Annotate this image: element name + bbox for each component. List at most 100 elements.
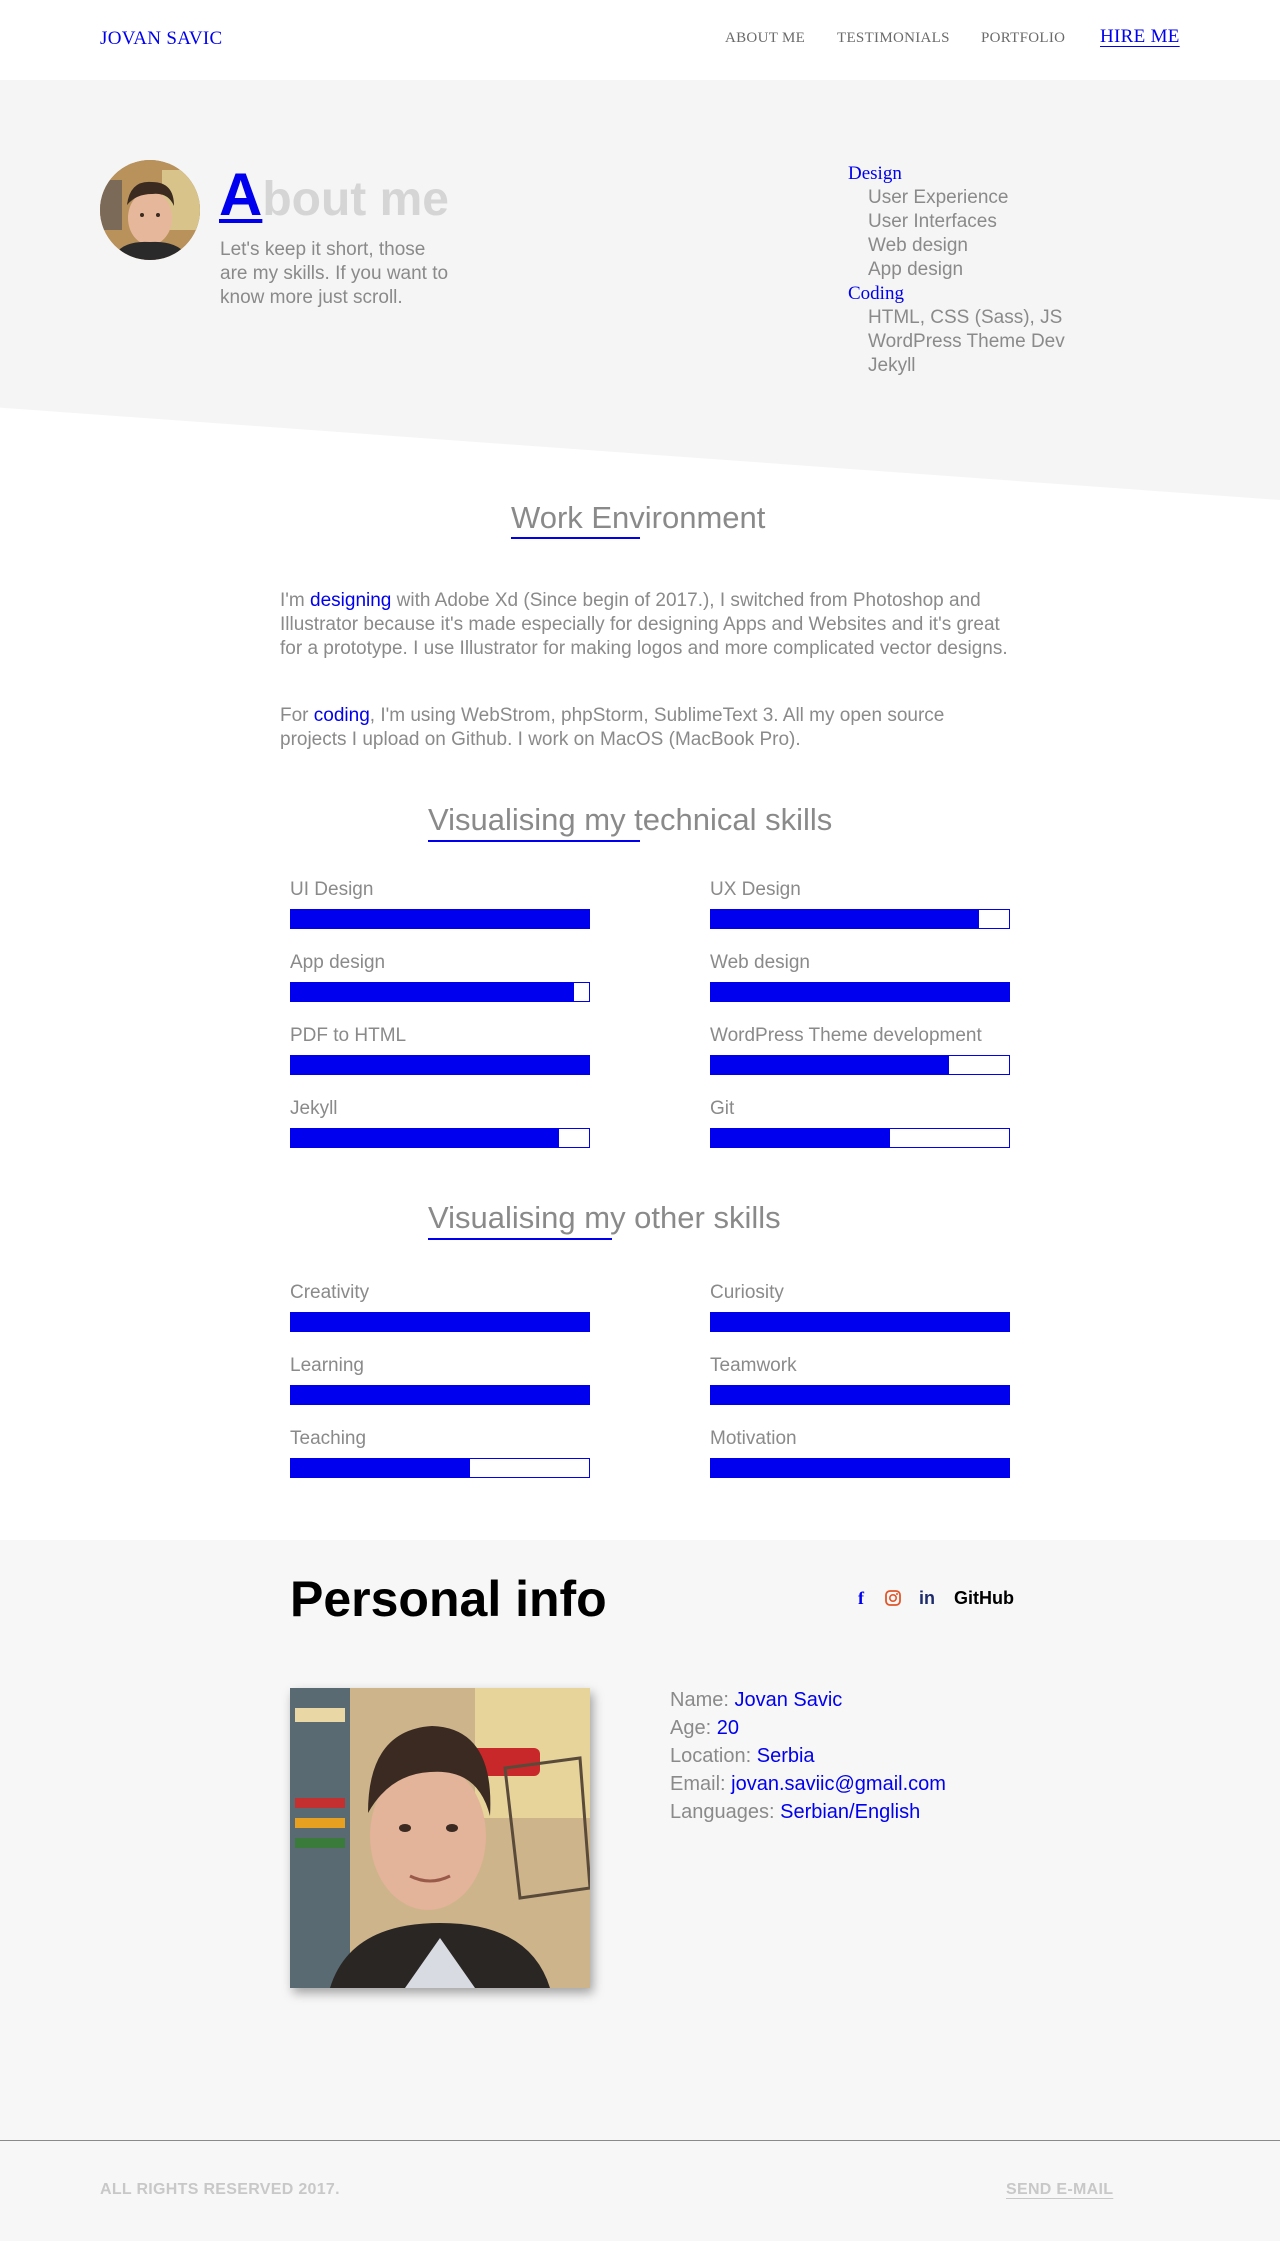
- info-key: Age:: [670, 1717, 717, 1739]
- skill-item: User Experience: [868, 187, 1009, 208]
- skill-bar-fill: [291, 1129, 560, 1147]
- skill-bar: [290, 1385, 590, 1405]
- linkedin-icon[interactable]: in: [919, 1588, 935, 1609]
- skill-label: UX Design: [710, 879, 801, 900]
- info-value: Jovan Savic: [734, 1689, 843, 1711]
- paragraph-text: I'm: [280, 590, 311, 611]
- skill-bar-fill: [291, 1386, 589, 1404]
- about-description: Let's keep it short, those are my skills…: [220, 239, 449, 308]
- skill-bar: [710, 1312, 1010, 1332]
- personal-info-title: Personal info: [290, 1571, 607, 1627]
- skill-category-design: Design: [848, 163, 902, 184]
- personal-section-background: [0, 1540, 1280, 2140]
- about-title-initial: A: [219, 161, 263, 228]
- info-row: Name: Jovan Savic: [670, 1686, 946, 1714]
- skill-label: Teaching: [290, 1428, 367, 1449]
- info-key: Languages:: [670, 1801, 781, 1823]
- skill-bar-fill: [711, 910, 980, 928]
- info-value: Serbia: [756, 1745, 815, 1767]
- skill-bar: [290, 1055, 590, 1075]
- skill-bar: [710, 1385, 1010, 1405]
- brand-logo[interactable]: JOVAN SAVIC: [100, 28, 222, 50]
- skill-label: Motivation: [710, 1428, 797, 1449]
- hire-me-link[interactable]: HIRE ME: [1100, 26, 1180, 48]
- paragraph-text: , I'm using WebStrom, phpStorm, SublimeT…: [280, 705, 945, 750]
- skill-item: HTML, CSS (Sass), JS: [868, 307, 1063, 328]
- skill-label: App design: [290, 952, 386, 973]
- skill-bar: [290, 909, 590, 929]
- skill-label: Curiosity: [710, 1282, 784, 1303]
- work-paragraph-coding: For coding, I'm using WebStrom, phpStorm…: [280, 704, 1010, 752]
- paragraph-text: For: [280, 705, 314, 726]
- work-paragraph-design: I'm designing with Adobe Xd (Since begin…: [280, 589, 1010, 661]
- facebook-icon[interactable]: f: [858, 1588, 864, 1609]
- skill-item: WordPress Theme Dev: [868, 331, 1065, 352]
- info-value: 20: [716, 1717, 739, 1739]
- nav-about-me[interactable]: ABOUT ME: [725, 30, 805, 47]
- skill-label: Git: [710, 1098, 735, 1119]
- skill-bar-fill: [711, 1313, 1009, 1331]
- skill-bar-fill: [711, 1129, 890, 1147]
- skill-bar-fill: [291, 1459, 470, 1477]
- skill-label: Learning: [290, 1355, 364, 1376]
- skill-item: User Interfaces: [868, 211, 997, 232]
- skill-category-coding: Coding: [848, 283, 904, 304]
- work-environment-title: Work Environment: [511, 500, 766, 535]
- skill-bar: [710, 982, 1010, 1002]
- skill-bar: [290, 1128, 590, 1148]
- skill-bar-fill: [711, 1459, 1009, 1477]
- designing-link[interactable]: designing: [310, 590, 391, 611]
- about-title-rest: bout me: [262, 173, 449, 226]
- skill-bar: [710, 909, 1010, 929]
- skill-label: WordPress Theme development: [710, 1025, 982, 1046]
- skill-label: Jekyll: [290, 1098, 338, 1119]
- skill-item: App design: [868, 259, 964, 280]
- skill-bar: [710, 1128, 1010, 1148]
- skill-bar-fill: [291, 983, 575, 1001]
- skill-bar: [290, 982, 590, 1002]
- skills-list: Design User Experience User Interfaces W…: [848, 162, 1065, 378]
- info-value: jovan.saviic@gmail.com: [731, 1773, 946, 1795]
- skill-bar: [710, 1458, 1010, 1478]
- title-underline: [428, 1238, 612, 1240]
- github-icon[interactable]: GitHub: [954, 1588, 1014, 1609]
- hero-background: [0, 80, 1280, 500]
- nav-testimonials[interactable]: TESTIMONIALS: [837, 30, 950, 47]
- title-underline: [428, 840, 640, 842]
- info-row: Email: jovan.saviic@gmail.com: [670, 1770, 946, 1798]
- skill-bar-fill: [291, 910, 589, 928]
- skill-label: UI Design: [290, 879, 374, 900]
- info-key: Location:: [670, 1745, 757, 1767]
- skill-label: Teamwork: [710, 1355, 797, 1376]
- info-key: Name:: [670, 1689, 735, 1711]
- site-header: JOVAN SAVIC ABOUT ME TESTIMONIALS PORTFO…: [0, 0, 1280, 80]
- instagram-icon[interactable]: [885, 1590, 901, 1611]
- skill-label: Web design: [710, 952, 810, 973]
- info-value: Serbian/English: [780, 1801, 921, 1823]
- skill-bar: [290, 1312, 590, 1332]
- info-key: Email:: [670, 1773, 732, 1795]
- skill-bar-fill: [711, 1056, 950, 1074]
- skill-bar-fill: [711, 983, 1009, 1001]
- send-email-link[interactable]: SEND E-MAIL: [1006, 2181, 1113, 2199]
- skill-bar-fill: [711, 1386, 1009, 1404]
- info-row: Location: Serbia: [670, 1742, 946, 1770]
- personal-info-list: Name: Jovan Savic Age: 20 Location: Serbia…: [670, 1686, 946, 1826]
- skill-bar: [290, 1458, 590, 1478]
- other-skills-title: Visualising my other skills: [428, 1200, 781, 1235]
- info-row: Age: 20: [670, 1714, 946, 1742]
- profile-photo: [290, 1688, 590, 1988]
- skill-label: Creativity: [290, 1282, 370, 1303]
- technical-skills-title: Visualising my technical skills: [428, 802, 833, 837]
- skill-item: Web design: [868, 235, 968, 256]
- info-row: Languages: Serbian/English: [670, 1798, 946, 1826]
- avatar: [100, 160, 200, 260]
- coding-link[interactable]: coding: [314, 705, 370, 726]
- skill-item: Jekyll: [868, 355, 916, 376]
- nav-portfolio[interactable]: PORTFOLIO: [981, 30, 1065, 47]
- skill-bar-fill: [291, 1313, 589, 1331]
- skill-label: PDF to HTML: [290, 1025, 407, 1046]
- skill-bar-fill: [291, 1056, 589, 1074]
- copyright-text: ALL RIGHTS RESERVED 2017.: [100, 2181, 340, 2198]
- skill-bar: [710, 1055, 1010, 1075]
